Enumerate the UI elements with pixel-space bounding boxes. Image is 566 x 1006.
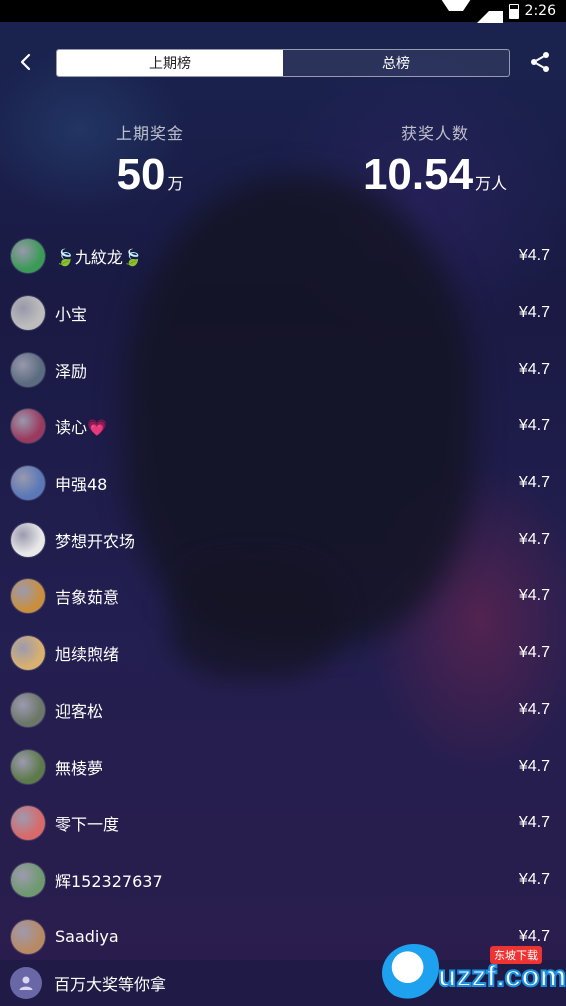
back-button[interactable]	[12, 48, 40, 76]
tab-last-period[interactable]: 上期榜	[57, 50, 283, 76]
winner-amount: ¥4.7	[518, 587, 550, 605]
winner-list: 🍃九紋龙🍃 ¥4.7 小宝 ¥4.7 泽励 ¥4.7 读心💗 ¥4.7 申强48 ¥4.7…	[0, 228, 566, 965]
user-icon	[19, 976, 33, 990]
winner-name: 梦想开农场	[55, 531, 136, 551]
list-item[interactable]: 零下一度 ¥4.7	[0, 795, 566, 852]
winner-amount: ¥4.7	[518, 927, 550, 945]
winner-name: 泽励	[55, 361, 88, 381]
stat-prize-value: 50	[116, 150, 166, 199]
avatar	[11, 862, 45, 897]
stat-prize-label: 上期奖金	[115, 124, 184, 143]
list-item[interactable]: 小宝 ¥4.7	[0, 285, 566, 342]
winner-name: 迎客松	[55, 701, 104, 721]
avatar	[11, 239, 45, 274]
list-item[interactable]: 迎客松 ¥4.7	[0, 682, 566, 739]
avatar	[11, 466, 45, 501]
avatar	[11, 352, 45, 387]
winner-amount: ¥4.7	[518, 644, 550, 662]
leaderboard-tabs: 上期榜 总榜	[56, 49, 510, 77]
avatar	[11, 409, 45, 444]
watermark-circle-icon	[382, 944, 446, 1002]
stat-prize: 上期奖金 50 万	[110, 120, 190, 200]
wifi-icon	[440, 0, 471, 23]
winner-amount: ¥4.7	[518, 247, 550, 265]
avatar	[11, 522, 45, 557]
winner-amount: ¥4.7	[518, 870, 550, 888]
winner-amount: ¥4.7	[518, 360, 550, 378]
winner-name: 零下一度	[55, 815, 120, 835]
list-item[interactable]: 泽励 ¥4.7	[0, 341, 566, 398]
winner-name: 🍃九紋龙🍃	[55, 248, 143, 268]
winner-amount: ¥4.7	[518, 304, 550, 322]
winner-amount: ¥4.7	[518, 530, 550, 548]
user-avatar	[10, 967, 42, 999]
list-item[interactable]: 申强48 ¥4.7	[0, 455, 566, 512]
status-time: 2:26	[524, 3, 556, 19]
avatar	[11, 296, 45, 331]
stat-prize-unit: 万	[167, 174, 184, 193]
status-bar: 2:26	[0, 0, 566, 23]
signal-icon	[476, 0, 503, 23]
list-item[interactable]: 無棱夢 ¥4.7	[0, 738, 566, 795]
winner-name: 读心💗	[55, 418, 107, 438]
winner-name: 申强48	[55, 475, 108, 495]
winner-name: 辉152327637	[55, 871, 163, 891]
winner-amount: ¥4.7	[518, 474, 550, 492]
winner-name: 吉象茹意	[55, 588, 120, 608]
avatar	[11, 919, 45, 954]
stat-winners: 获奖人数 10.54 万人	[355, 120, 515, 200]
avatar	[11, 692, 45, 727]
stat-winners-label: 获奖人数	[400, 124, 469, 143]
list-item[interactable]: 读心💗 ¥4.7	[0, 398, 566, 455]
list-item[interactable]: 梦想开农场 ¥4.7	[0, 511, 566, 568]
avatar	[11, 806, 45, 841]
tab-overall[interactable]: 总榜	[283, 50, 509, 76]
battery-icon	[508, 3, 519, 19]
winner-amount: ¥4.7	[518, 814, 550, 832]
watermark-text: uzzf.com	[437, 959, 566, 994]
bottom-slogan: 百万大奖等你拿	[54, 975, 167, 994]
list-item[interactable]: 🍃九紋龙🍃 ¥4.7	[0, 228, 566, 285]
stat-winners-value: 10.54	[362, 150, 474, 199]
avatar	[11, 749, 45, 784]
winner-name: 無棱夢	[55, 758, 104, 778]
winner-amount: ¥4.7	[518, 417, 550, 435]
avatar	[11, 636, 45, 671]
avatar	[11, 579, 45, 614]
stats-panel: 上期奖金 50 万 获奖人数 10.54 万人	[0, 120, 566, 210]
winner-amount: ¥4.7	[518, 700, 550, 718]
stat-winners-unit: 万人	[475, 174, 508, 193]
watermark-logo: uzzf.com 东坡下载	[382, 944, 566, 1004]
winner-name: 小宝	[55, 305, 88, 325]
winner-name: 旭续煦绪	[55, 645, 120, 665]
watermark-tag: 东坡下载	[490, 946, 542, 964]
winner-name: Saadiya	[55, 927, 119, 947]
winner-amount: ¥4.7	[518, 757, 550, 775]
list-item[interactable]: 吉象茹意 ¥4.7	[0, 568, 566, 625]
list-item[interactable]: 旭续煦绪 ¥4.7	[0, 625, 566, 682]
list-item[interactable]: 辉152327637 ¥4.7	[0, 852, 566, 909]
header: 上期榜 总榜	[0, 44, 566, 80]
share-icon[interactable]	[528, 50, 552, 74]
chevron-left-icon	[20, 53, 31, 71]
